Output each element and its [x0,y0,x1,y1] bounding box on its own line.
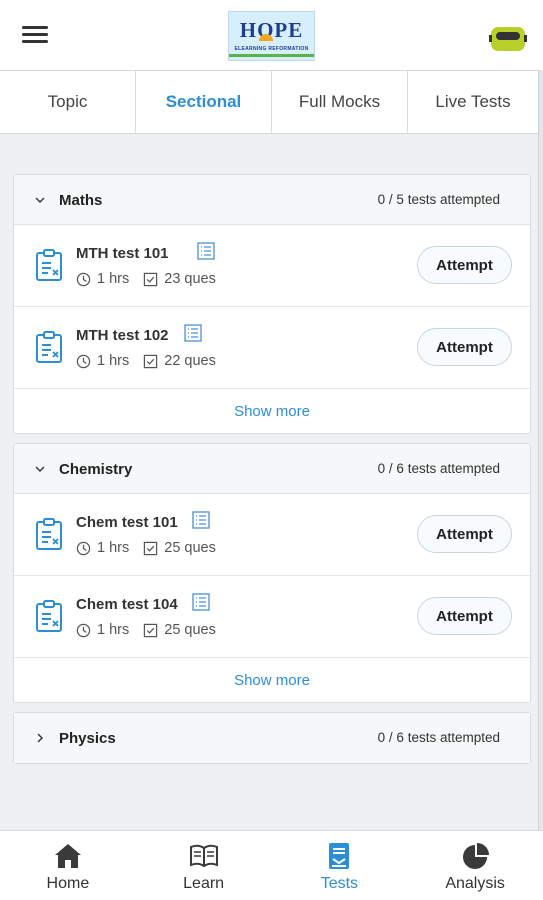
attempt-button[interactable]: Attempt [417,515,512,553]
test-meta: 1 hrs 22 ques [76,353,216,369]
question-count: 23 ques [164,271,216,287]
section-header[interactable]: Maths 0 / 5 tests attempted [14,175,530,225]
syllabus-icon[interactable] [184,324,202,342]
book-icon [189,844,218,868]
test-row: Chem test 104 1 hrs 25 ques Attempt [14,576,530,658]
nav-home[interactable]: Home [0,831,136,900]
clipboard-icon [36,518,62,550]
nav-label: Home [46,875,90,892]
attempt-button[interactable]: Attempt [417,246,512,284]
clipboard-icon [36,249,62,281]
bottom-nav: Home Learn Tests Analysis [0,830,543,900]
app-logo: HOPE ELEARNING REFORMATION [228,11,315,61]
attempted-count: 0 / 6 tests attempted [377,730,500,745]
pie-chart-icon [463,843,490,869]
tab-topic[interactable]: Topic [0,71,136,133]
test-duration: 1 hrs [97,622,130,638]
menu-icon[interactable] [22,24,48,44]
test-name: Chem test 104 [76,596,178,613]
section-header[interactable]: Chemistry 0 / 6 tests attempted [14,444,530,494]
section-title: Maths [59,192,103,209]
clock-icon [76,623,91,637]
section-title: Physics [59,730,116,747]
test-type-tabs: Topic Sectional Full Mocks Live Tests [0,70,538,134]
show-more-link[interactable]: Show more [14,389,530,433]
clipboard-icon [36,600,62,632]
section-physics: Physics 0 / 6 tests attempted [13,712,531,764]
tab-live-tests[interactable]: Live Tests [408,71,538,133]
test-meta: 1 hrs 25 ques [76,622,216,638]
checkbox-icon [144,354,158,368]
top-bar: HOPE ELEARNING REFORMATION [0,0,543,70]
nav-label: Learn [183,875,225,892]
checkbox-icon [144,272,158,286]
section-header[interactable]: Physics 0 / 6 tests attempted [14,713,530,763]
attempted-count: 0 / 5 tests attempted [377,192,500,207]
nav-label: Tests [320,875,359,892]
test-row: MTH test 101 1 hrs 23 ques Attempt [14,225,530,307]
test-meta: 1 hrs 23 ques [76,271,216,287]
test-name: MTH test 102 [76,327,169,344]
test-row: Chem test 101 1 hrs 25 ques Attempt [14,494,530,576]
logo-sun-icon [259,34,273,41]
nav-label: Analysis [445,875,505,892]
question-count: 25 ques [164,622,216,638]
home-icon [54,844,81,868]
clock-icon [76,354,91,368]
test-duration: 1 hrs [97,540,130,556]
show-more-link[interactable]: Show more [14,658,530,702]
attempted-count: 0 / 6 tests attempted [377,461,500,476]
logo-stripe [229,54,314,57]
checkbox-icon [144,541,158,555]
attempt-button[interactable]: Attempt [417,328,512,366]
scrollbar[interactable] [538,70,543,830]
syllabus-icon[interactable] [192,511,210,529]
section-title: Chemistry [59,461,133,478]
test-duration: 1 hrs [97,353,130,369]
syllabus-icon[interactable] [192,593,210,611]
test-name: Chem test 101 [76,514,178,531]
chevron-down-icon [34,463,46,475]
section-maths: Maths 0 / 5 tests attempted MTH test 101… [13,174,531,434]
section-chemistry: Chemistry 0 / 6 tests attempted Chem tes… [13,443,531,703]
test-duration: 1 hrs [97,271,130,287]
clock-icon [76,541,91,555]
checkbox-icon [144,623,158,637]
clock-icon [76,272,91,286]
question-count: 25 ques [164,540,216,556]
attempt-button[interactable]: Attempt [417,597,512,635]
test-row: MTH test 102 1 hrs 22 ques Attempt [14,307,530,389]
tests-icon [329,843,350,869]
question-count: 22 ques [164,353,216,369]
chevron-right-icon [34,732,46,744]
avatar[interactable] [489,27,527,51]
chevron-down-icon [34,194,46,206]
nav-analysis[interactable]: Analysis [407,831,543,900]
logo-tagline: ELEARNING REFORMATION [234,46,309,52]
tab-full-mocks[interactable]: Full Mocks [272,71,408,133]
syllabus-icon[interactable] [197,242,215,260]
tab-sectional[interactable]: Sectional [136,71,272,133]
nav-tests[interactable]: Tests [272,831,408,900]
clipboard-icon [36,331,62,363]
test-name: MTH test 101 [76,245,169,262]
nav-learn[interactable]: Learn [136,831,272,900]
test-meta: 1 hrs 25 ques [76,540,216,556]
